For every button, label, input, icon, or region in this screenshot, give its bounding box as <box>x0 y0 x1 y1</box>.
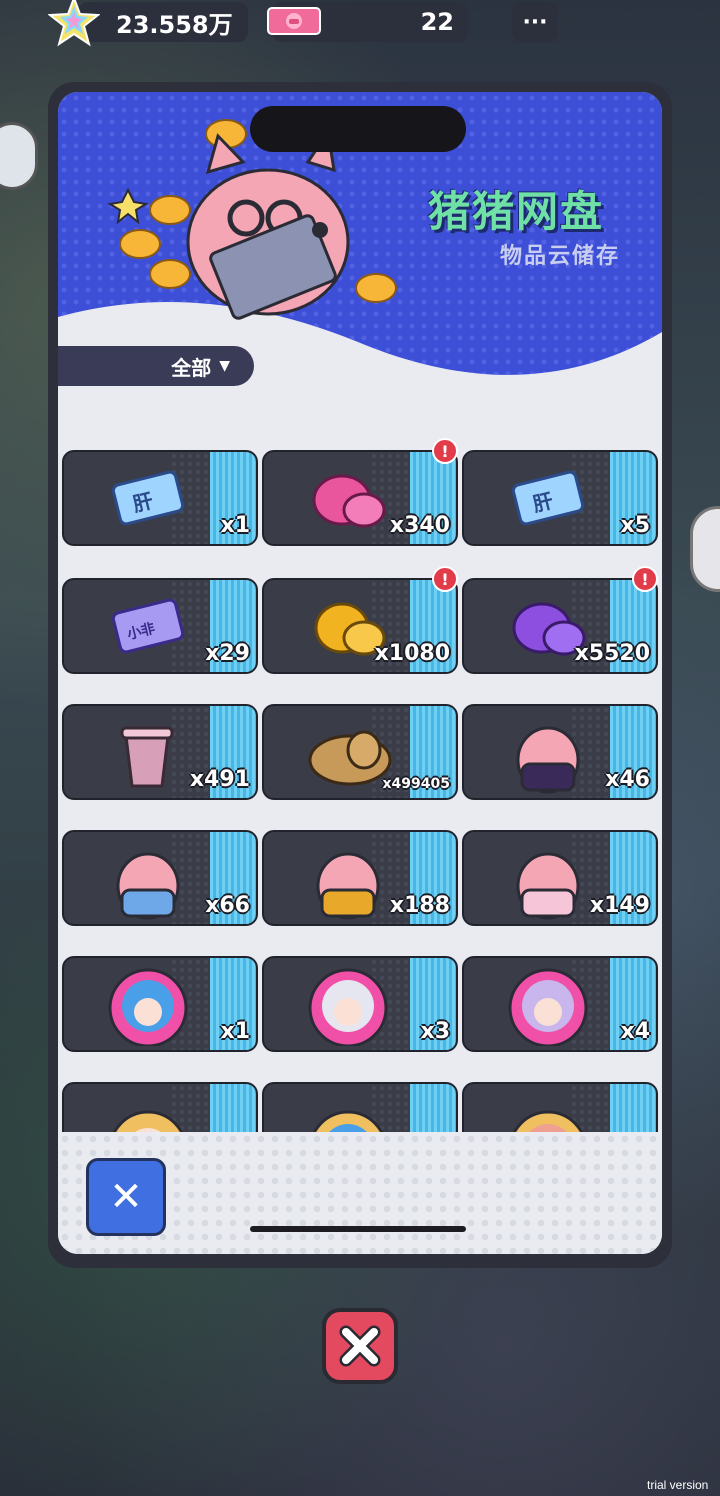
close-x-icon <box>339 1325 381 1367</box>
item-slot[interactable]: 肝 x1 <box>62 450 258 546</box>
more-options-label: ··· <box>522 9 548 35</box>
item-slot[interactable]: x499405 <box>262 704 458 800</box>
new-alert-icon: ! <box>632 566 658 592</box>
slot-barcode-stripe <box>410 1084 456 1132</box>
item-slot[interactable]: x3 <box>262 956 458 1052</box>
tickets-value: 22 <box>420 8 454 36</box>
avatar-silver-hair-icon <box>308 968 388 1046</box>
item-slot[interactable]: x46 <box>462 704 658 800</box>
side-avatar-left[interactable] <box>0 122 38 190</box>
page-title: 猪猪网盘 <box>428 187 605 236</box>
item-count: x29 <box>205 641 250 666</box>
item-slot[interactable]: 小非 x29 <box>62 578 258 674</box>
item-slot[interactable]: x491 <box>62 704 258 800</box>
caret-down-icon: ▼ <box>219 358 230 374</box>
item-count: x491 <box>189 767 250 792</box>
item-slot[interactable] <box>262 1082 458 1132</box>
item-slot[interactable]: x188 <box>262 830 458 926</box>
item-slot[interactable]: x340 <box>262 450 458 546</box>
pig-ticket-icon <box>267 7 321 35</box>
pig-costume-pink-icon <box>516 852 580 920</box>
pig-costume-purple-icon <box>516 726 580 794</box>
pig-costume-blue-icon <box>116 852 180 920</box>
rainbow-star-icon <box>48 0 100 47</box>
item-count: x46 <box>605 767 650 792</box>
item-count: x188 <box>389 893 450 918</box>
close-button[interactable] <box>322 1308 398 1384</box>
watermark: trial version <box>647 1478 709 1492</box>
page-subtitle: 物品云储存 <box>500 244 621 269</box>
item-count: x340 <box>389 513 450 538</box>
avatar-lavender-hair-icon <box>508 968 588 1046</box>
pink-gem-icon <box>312 474 386 528</box>
category-filter-dropdown[interactable]: 全部 ▼ <box>58 346 254 386</box>
new-alert-icon: ! <box>432 438 458 464</box>
camera-notch <box>250 106 466 152</box>
item-count: x4 <box>620 1019 651 1044</box>
item-slot[interactable]: x5520 <box>462 578 658 674</box>
avatar-blue-icon <box>312 1110 384 1132</box>
stars-value: 23.558万 <box>116 10 233 39</box>
item-count: x5520 <box>574 641 650 666</box>
item-count: x66 <box>205 893 250 918</box>
item-count: x3 <box>420 1019 451 1044</box>
item-count: x499405 <box>382 776 450 792</box>
item-slot[interactable]: x1 <box>62 956 258 1052</box>
item-slot[interactable] <box>62 1082 258 1132</box>
slot-barcode-stripe <box>610 1084 656 1132</box>
item-grid: 肝 x1 x340! 肝 x5 小非 x29 x1080! x5520! x491 x499405 x… <box>58 432 662 1132</box>
item-count: x1 <box>220 1019 251 1044</box>
pig-costume-yellow-icon <box>316 852 380 920</box>
item-count: x1 <box>220 513 251 538</box>
item-count: x1080 <box>374 641 450 666</box>
item-slot[interactable]: x149 <box>462 830 658 926</box>
filter-label: 全部 <box>171 355 212 380</box>
close-panel-button[interactable]: ✕ <box>86 1158 166 1236</box>
storage-panel: 猪猪网盘 物品云储存 全部 ▼ 肝 x1 x340! 肝 x5 小非 x29 x1080! x5… <box>58 92 662 1254</box>
top-currency-bar: 23.558万 22 ··· <box>0 0 720 50</box>
home-indicator <box>250 1226 466 1232</box>
item-slot[interactable]: 肝 x5 <box>462 450 658 546</box>
fei-ticket-icon: 小非 <box>111 598 185 654</box>
liver-ticket-icon: 肝 <box>511 470 585 526</box>
slot-barcode-stripe <box>210 1084 256 1132</box>
item-count: x149 <box>589 893 650 918</box>
item-slot[interactable]: x66 <box>62 830 258 926</box>
avatar-blonde-icon <box>112 1110 184 1132</box>
liver-ticket-icon: 肝 <box>111 470 185 526</box>
item-slot[interactable]: x1080 <box>262 578 458 674</box>
side-avatar-right[interactable] <box>690 506 720 592</box>
avatar-blue-hair-icon <box>108 968 188 1046</box>
new-alert-icon: ! <box>432 566 458 592</box>
item-count: x5 <box>620 513 651 538</box>
avatar-pink-icon <box>512 1110 584 1132</box>
more-options-button[interactable]: ··· <box>512 2 558 42</box>
bubble-tea-icon <box>120 726 174 788</box>
item-slot[interactable]: x4 <box>462 956 658 1052</box>
stars-counter: 23.558万 <box>78 2 248 42</box>
item-slot[interactable] <box>462 1082 658 1132</box>
close-icon: ✕ <box>109 1174 143 1220</box>
